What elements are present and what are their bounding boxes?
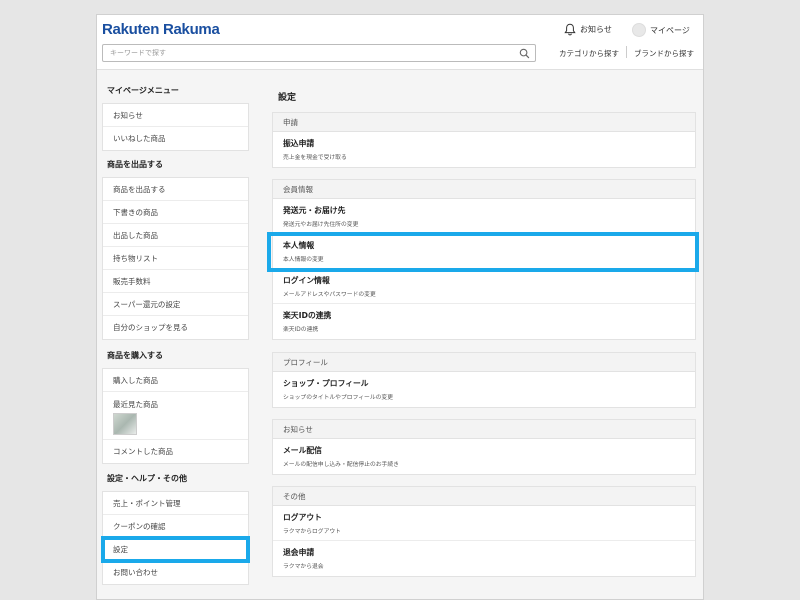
category-search-link[interactable]: カテゴリから探す (559, 48, 619, 59)
search-box[interactable] (102, 44, 536, 62)
brand-search-link[interactable]: ブランドから探す (634, 48, 694, 59)
section-heading: プロフィール (273, 353, 695, 372)
site-header: Rakuten Rakuma お知らせ マイページ カテゴリから探す ブランドか… (97, 15, 703, 70)
item-title: メール配信 (283, 446, 322, 455)
section-heading: その他 (273, 487, 695, 506)
item-title: ログイン情報 (283, 275, 330, 285)
search-icon[interactable] (519, 48, 530, 59)
sidebar-item-commented[interactable]: コメントした商品 (103, 440, 248, 463)
sidebar-item-settings[interactable]: 設定 (103, 538, 248, 561)
settings-item-transfer-request[interactable]: 振込申請 売上金を現金で受け取る (273, 132, 695, 167)
item-title: 発送元・お届け先 (283, 205, 346, 215)
sidebar-item-listed-items[interactable]: 出品した商品 (103, 224, 248, 247)
section-heading: お知らせ (273, 420, 695, 439)
bell-icon (564, 23, 576, 36)
sidebar-item-list-item[interactable]: 商品を出品する (103, 178, 248, 201)
section-application: 申請 振込申請 売上金を現金で受け取る (272, 112, 696, 168)
sidebar-item-contact[interactable]: お問い合わせ (103, 561, 248, 584)
section-heading: 申請 (273, 113, 695, 132)
section-other: その他 ログアウト ラクマからログアウト 退会申請 ラクマから退会 (272, 486, 696, 577)
notifications-label: お知らせ (580, 25, 612, 34)
search-input[interactable] (103, 45, 503, 61)
sidebar-item-super-rebate[interactable]: スーパー還元の設定 (103, 293, 248, 316)
settings-item-rakuten-id-link[interactable]: 楽天IDの連携 楽天IDの連携 (273, 304, 695, 339)
sidebar-heading-buy: 商品を購入する (107, 351, 163, 360)
sidebar-group-buy: 購入した商品 最近見た商品 コメントした商品 (102, 368, 249, 464)
sidebar-group-settings-help: 売上・ポイント管理 クーポンの確認 設定 お問い合わせ (102, 491, 249, 585)
settings-item-withdraw[interactable]: 退会申請 ラクマから退会 (273, 541, 695, 576)
rakuma-logo[interactable]: Rakuten Rakuma (102, 21, 220, 38)
item-title: 本人情報 (283, 240, 315, 250)
item-subtitle: 楽天IDの連携 (283, 327, 319, 333)
item-subtitle: メールアドレスやパスワードの変更 (283, 291, 376, 298)
settings-item-shipping-address[interactable]: 発送元・お届け先 発送元やお届け先住所の変更 (273, 199, 695, 234)
item-title: ショップ・プロフィール (283, 379, 369, 388)
recent-item-thumbnail[interactable] (113, 413, 137, 435)
sidebar-item-coupons[interactable]: クーポンの確認 (103, 515, 248, 538)
sidebar-item-sales-points[interactable]: 売上・ポイント管理 (103, 492, 248, 515)
settings-item-personal-info[interactable]: 本人情報 本人情報の変更 (273, 234, 695, 269)
item-subtitle: ショップのタイトルやプロフィールの変更 (283, 395, 394, 401)
sidebar-item-label: 最近見た商品 (113, 400, 158, 409)
sidebar-heading-sell: 商品を出品する (107, 160, 163, 169)
sidebar-item-sales-fee[interactable]: 販売手数料 (103, 270, 248, 293)
sidebar-heading-mypage-menu: マイページメニュー (107, 86, 179, 95)
sidebar-item-purchased[interactable]: 購入した商品 (103, 369, 248, 392)
notifications-link[interactable]: お知らせ (564, 23, 612, 36)
browser-window: Rakuten Rakuma お知らせ マイページ カテゴリから探す ブランドか… (96, 14, 704, 600)
item-subtitle: 発送元やお届け先住所の変更 (283, 221, 359, 228)
section-member-info: 会員情報 発送元・お届け先 発送元やお届け先住所の変更 本人情報 本人情報の変更… (272, 179, 696, 340)
section-profile: プロフィール ショップ・プロフィール ショップのタイトルやプロフィールの変更 (272, 352, 696, 408)
item-subtitle: ラクマから退会 (283, 564, 324, 570)
settings-item-mail-delivery[interactable]: メール配信 メールの配信申し込み・配信停止のお手続き (273, 439, 695, 474)
item-title: 退会申請 (283, 548, 315, 557)
settings-item-shop-profile[interactable]: ショップ・プロフィール ショップのタイトルやプロフィールの変更 (273, 372, 695, 407)
item-title: 楽天IDの連携 (283, 311, 332, 320)
sidebar-group-mypage-menu: お知らせ いいねした商品 (102, 103, 249, 151)
item-title: ログアウト (283, 512, 322, 522)
mypage-link[interactable]: マイページ (632, 23, 690, 37)
sidebar-item-recently-viewed[interactable]: 最近見た商品 (103, 392, 248, 440)
avatar (632, 23, 646, 37)
sidebar-group-sell: 商品を出品する 下書きの商品 出品した商品 持ち物リスト 販売手数料 スーパー還… (102, 177, 249, 340)
section-heading: 会員情報 (273, 180, 695, 199)
item-subtitle: 売上金を現金で受け取る (283, 155, 347, 161)
settings-item-logout[interactable]: ログアウト ラクマからログアウト (273, 506, 695, 541)
item-subtitle: ラクマからログアウト (283, 528, 341, 535)
item-subtitle: メールの配信申し込み・配信停止のお手続き (283, 462, 399, 468)
header-divider (626, 46, 627, 58)
sidebar-item-drafts[interactable]: 下書きの商品 (103, 201, 248, 224)
sidebar-heading-settings-help: 設定・ヘルプ・その他 (107, 474, 187, 483)
sidebar-item-notifications[interactable]: お知らせ (103, 104, 248, 127)
section-notifications: お知らせ メール配信 メールの配信申し込み・配信停止のお手続き (272, 419, 696, 475)
sidebar-item-liked-items[interactable]: いいねした商品 (103, 127, 248, 150)
sidebar-item-view-shop[interactable]: 自分のショップを見る (103, 316, 248, 339)
page-title: 設定 (278, 93, 297, 103)
settings-item-login-info[interactable]: ログイン情報 メールアドレスやパスワードの変更 (273, 269, 695, 304)
item-subtitle: 本人情報の変更 (283, 256, 324, 263)
mypage-label: マイページ (650, 25, 690, 35)
item-title: 振込申請 (283, 139, 315, 148)
sidebar-item-belongings[interactable]: 持ち物リスト (103, 247, 248, 270)
